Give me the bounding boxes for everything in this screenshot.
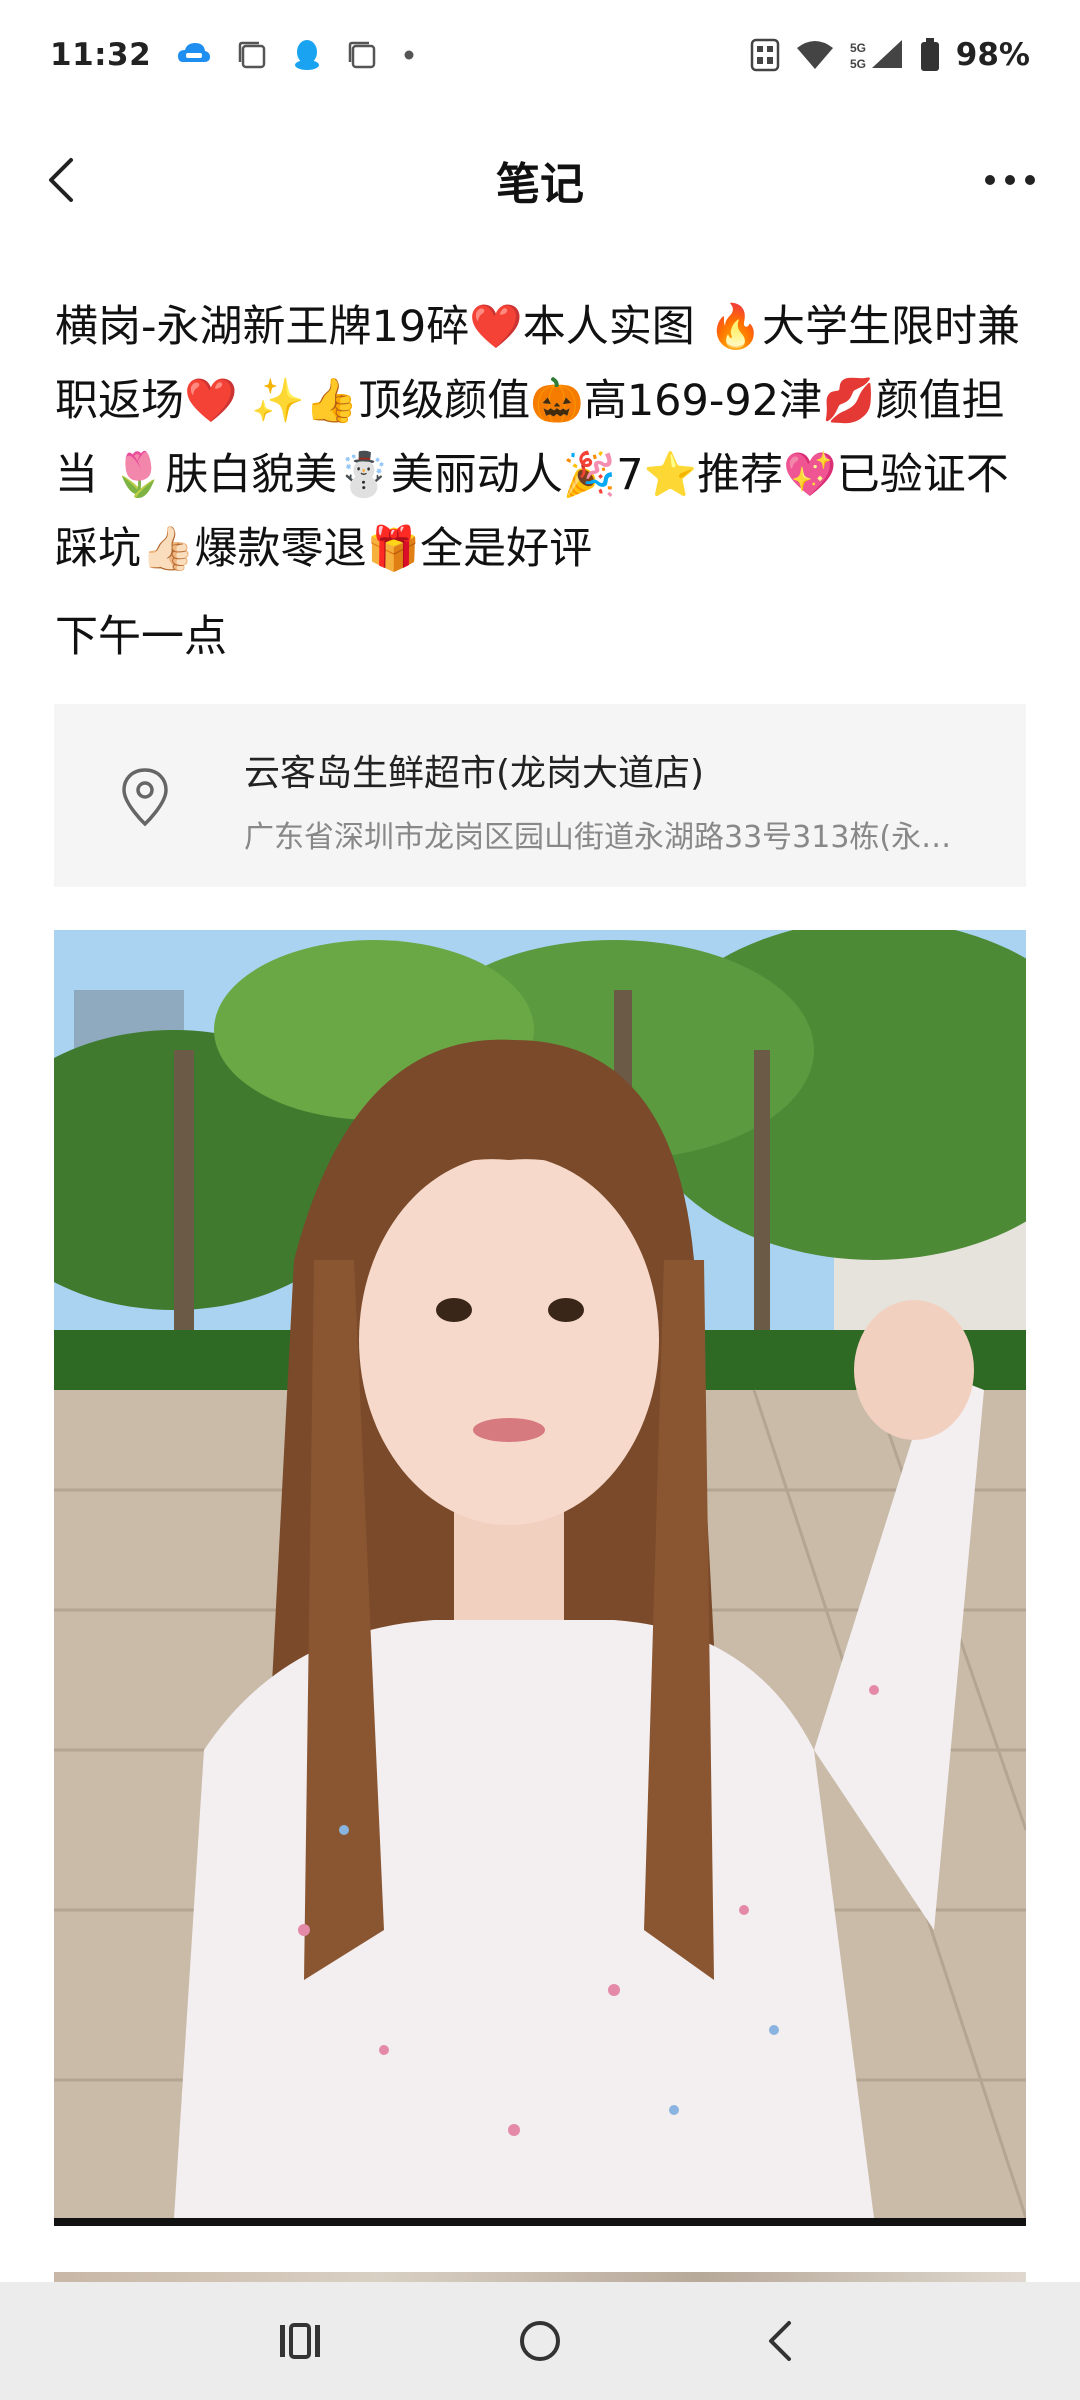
more-button[interactable] (970, 150, 1050, 210)
square-app-icon (237, 40, 267, 70)
back-button[interactable] (30, 150, 90, 210)
location-address: 广东省深圳市龙岗区园山街道永湖路33号313栋(永… (244, 820, 952, 855)
page-title: 笔记 (496, 159, 584, 210)
more-dot (1025, 175, 1035, 185)
photo-illustration (54, 930, 1026, 2218)
home-circle-icon (520, 2321, 560, 2361)
post-time-label: 下午一点 (55, 612, 227, 662)
recents-button[interactable] (260, 2301, 340, 2381)
status-time: 11:32 (50, 37, 152, 73)
square-app-icon (347, 40, 377, 70)
cloud-chat-icon (177, 40, 211, 70)
penguin-icon (293, 39, 321, 71)
location-name: 云客岛生鲜超市(龙岗大道店) (244, 753, 705, 794)
nfc-icon (750, 38, 780, 72)
dot-icon (403, 49, 415, 61)
recents-icon (280, 2323, 320, 2359)
status-left: 11:32 (50, 37, 415, 73)
chevron-left-icon (49, 158, 73, 202)
status-bar: 11:32 5G 5G 98% (0, 0, 1080, 110)
nav-bar: 笔记 (0, 130, 1080, 230)
back-chevron-icon (769, 2321, 791, 2361)
system-navigation-bar (0, 2282, 1080, 2400)
wifi-icon (796, 40, 834, 70)
screen: 11:32 5G 5G 98% 笔记 横岗-永湖新王牌19碎❤️本人实图 🔥大学… (0, 0, 1080, 2400)
location-card[interactable]: 云客岛生鲜超市(龙岗大道店) 广东省深圳市龙岗区园山街道永湖路33号313栋(永… (54, 704, 1026, 887)
signal-icon: 5G 5G (850, 38, 904, 72)
battery-percentage: 98% (955, 37, 1030, 73)
post-body-text: 横岗-永湖新王牌19碎❤️本人实图 🔥大学生限时兼职返场❤️ ✨👍顶级颜值🎃高1… (55, 302, 1020, 574)
home-button[interactable] (500, 2301, 580, 2381)
system-back-button[interactable] (740, 2301, 820, 2381)
svg-text:5G: 5G (850, 57, 866, 71)
more-dot (1005, 175, 1015, 185)
svg-text:5G: 5G (850, 41, 866, 55)
more-dots-icon (985, 175, 995, 185)
location-pin-icon (122, 768, 168, 827)
battery-icon (920, 38, 940, 72)
status-right: 5G 5G 98% (750, 37, 1030, 73)
post-photo[interactable] (54, 930, 1026, 2226)
